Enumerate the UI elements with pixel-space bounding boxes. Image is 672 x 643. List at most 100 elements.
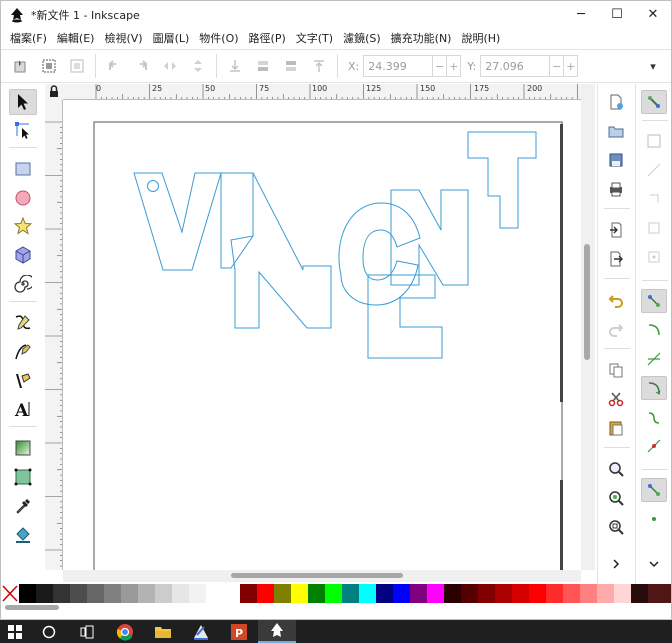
color-swatch[interactable] xyxy=(495,584,512,603)
color-swatch[interactable] xyxy=(597,584,614,603)
menu-edit[interactable]: 編輯(E) xyxy=(52,30,100,46)
rotate-ccw-icon[interactable] xyxy=(100,52,128,80)
selector-tool-icon[interactable] xyxy=(9,89,37,115)
color-swatch[interactable] xyxy=(87,584,104,603)
raise-icon[interactable] xyxy=(277,52,305,80)
color-swatch[interactable] xyxy=(512,584,529,603)
color-swatch[interactable] xyxy=(36,584,53,603)
color-swatch[interactable] xyxy=(189,584,206,603)
palette-scrollbar[interactable] xyxy=(1,603,671,613)
snap-bbox-center-icon[interactable] xyxy=(641,245,667,269)
copy-icon[interactable] xyxy=(603,358,629,382)
snap-intersections-icon[interactable] xyxy=(641,347,667,371)
vertical-scrollbar[interactable] xyxy=(581,84,595,570)
undo-icon[interactable] xyxy=(603,288,629,312)
3d-box-tool-icon[interactable] xyxy=(9,242,37,268)
inkscape-icon[interactable] xyxy=(182,620,220,643)
color-swatch[interactable] xyxy=(410,584,427,603)
color-swatch[interactable] xyxy=(206,584,223,603)
file-explorer-icon[interactable] xyxy=(144,620,182,643)
horizontal-scrollbar-thumb[interactable] xyxy=(231,573,403,578)
import-icon[interactable] xyxy=(603,218,629,242)
snap-bbox-midpoint-icon[interactable] xyxy=(641,216,667,240)
x-input[interactable]: 24.399 xyxy=(363,55,434,77)
powerpoint-icon[interactable]: P xyxy=(220,620,258,643)
menu-path[interactable]: 路徑(P) xyxy=(244,30,291,46)
deselect-icon[interactable] xyxy=(63,52,91,80)
menu-layer[interactable]: 圖層(L) xyxy=(148,30,195,46)
color-swatch[interactable] xyxy=(257,584,274,603)
spiral-tool-icon[interactable] xyxy=(9,271,37,297)
color-swatch[interactable] xyxy=(70,584,87,603)
color-swatch[interactable] xyxy=(274,584,291,603)
start-icon[interactable] xyxy=(0,620,30,643)
color-swatch[interactable] xyxy=(308,584,325,603)
ellipse-tool-icon[interactable] xyxy=(9,185,37,211)
menu-extensions[interactable]: 擴充功能(N) xyxy=(386,30,457,46)
vertical-ruler[interactable] xyxy=(45,100,63,570)
search-icon[interactable] xyxy=(30,620,68,643)
color-swatch[interactable] xyxy=(563,584,580,603)
chrome-icon[interactable] xyxy=(106,620,144,643)
print-icon[interactable] xyxy=(603,177,629,201)
color-swatch[interactable] xyxy=(172,584,189,603)
color-swatch[interactable] xyxy=(529,584,546,603)
select-all-layers-icon[interactable] xyxy=(35,52,63,80)
y-input[interactable]: 27.096 xyxy=(480,55,551,77)
menu-help[interactable]: 說明(H) xyxy=(456,30,505,46)
drawing-canvas[interactable] xyxy=(63,100,581,570)
x-decrement-button[interactable]: − xyxy=(433,55,448,77)
open-folder-icon[interactable] xyxy=(603,119,629,143)
cut-icon[interactable] xyxy=(603,387,629,411)
snap-smooth-nodes-icon[interactable] xyxy=(641,405,667,429)
palette-scrollbar-thumb[interactable] xyxy=(5,605,59,610)
snap-overflow-icon[interactable] xyxy=(641,552,667,576)
color-swatch[interactable] xyxy=(478,584,495,603)
save-icon[interactable] xyxy=(603,148,629,172)
pencil-tool-icon[interactable] xyxy=(9,310,37,336)
color-swatch[interactable] xyxy=(461,584,478,603)
color-swatch[interactable] xyxy=(376,584,393,603)
dropper-tool-icon[interactable] xyxy=(9,493,37,519)
color-swatch[interactable] xyxy=(104,584,121,603)
vertical-scrollbar-thumb[interactable] xyxy=(584,244,590,360)
redo-icon[interactable] xyxy=(603,317,629,341)
no-paint-swatch[interactable] xyxy=(1,584,19,603)
color-swatch[interactable] xyxy=(138,584,155,603)
star-tool-icon[interactable] xyxy=(9,213,37,239)
snap-others-icon[interactable] xyxy=(641,478,667,502)
paste-icon[interactable] xyxy=(603,416,629,440)
lower-icon[interactable] xyxy=(249,52,277,80)
y-decrement-button[interactable]: − xyxy=(550,55,565,77)
flip-horizontal-icon[interactable] xyxy=(156,52,184,80)
snap-paths-icon[interactable] xyxy=(641,318,667,342)
task-view-icon[interactable] xyxy=(68,620,106,643)
zoom-drawing-icon[interactable] xyxy=(603,486,629,510)
commands-overflow-icon[interactable] xyxy=(603,552,629,576)
snap-center-icon[interactable] xyxy=(641,507,667,531)
color-swatch[interactable] xyxy=(223,584,240,603)
select-all-icon[interactable] xyxy=(7,52,35,80)
horizontal-ruler[interactable]: 0 25 50 75 100 125 150 175 200 xyxy=(63,84,581,100)
new-document-icon[interactable] xyxy=(603,90,629,114)
color-swatch[interactable] xyxy=(427,584,444,603)
horizontal-scrollbar[interactable] xyxy=(63,570,581,582)
menu-text[interactable]: 文字(T) xyxy=(291,30,338,46)
lower-to-bottom-icon[interactable] xyxy=(221,52,249,80)
zoom-selection-icon[interactable] xyxy=(603,457,629,481)
color-swatch[interactable] xyxy=(240,584,257,603)
export-icon[interactable] xyxy=(603,247,629,271)
color-swatch[interactable] xyxy=(325,584,342,603)
color-swatch[interactable] xyxy=(359,584,376,603)
color-swatch[interactable] xyxy=(121,584,138,603)
menu-view[interactable]: 檢視(V) xyxy=(99,30,147,46)
toolbar-overflow-button[interactable]: ▾ xyxy=(639,52,667,80)
close-button[interactable]: ✕ xyxy=(635,1,671,28)
color-swatch[interactable] xyxy=(291,584,308,603)
color-swatch[interactable] xyxy=(19,584,36,603)
menu-file[interactable]: 檔案(F) xyxy=(5,30,52,46)
node-tool-icon[interactable] xyxy=(9,117,37,143)
flip-vertical-icon[interactable] xyxy=(184,52,212,80)
snap-enable-icon[interactable] xyxy=(641,90,667,114)
maximize-button[interactable]: ☐ xyxy=(599,1,635,28)
